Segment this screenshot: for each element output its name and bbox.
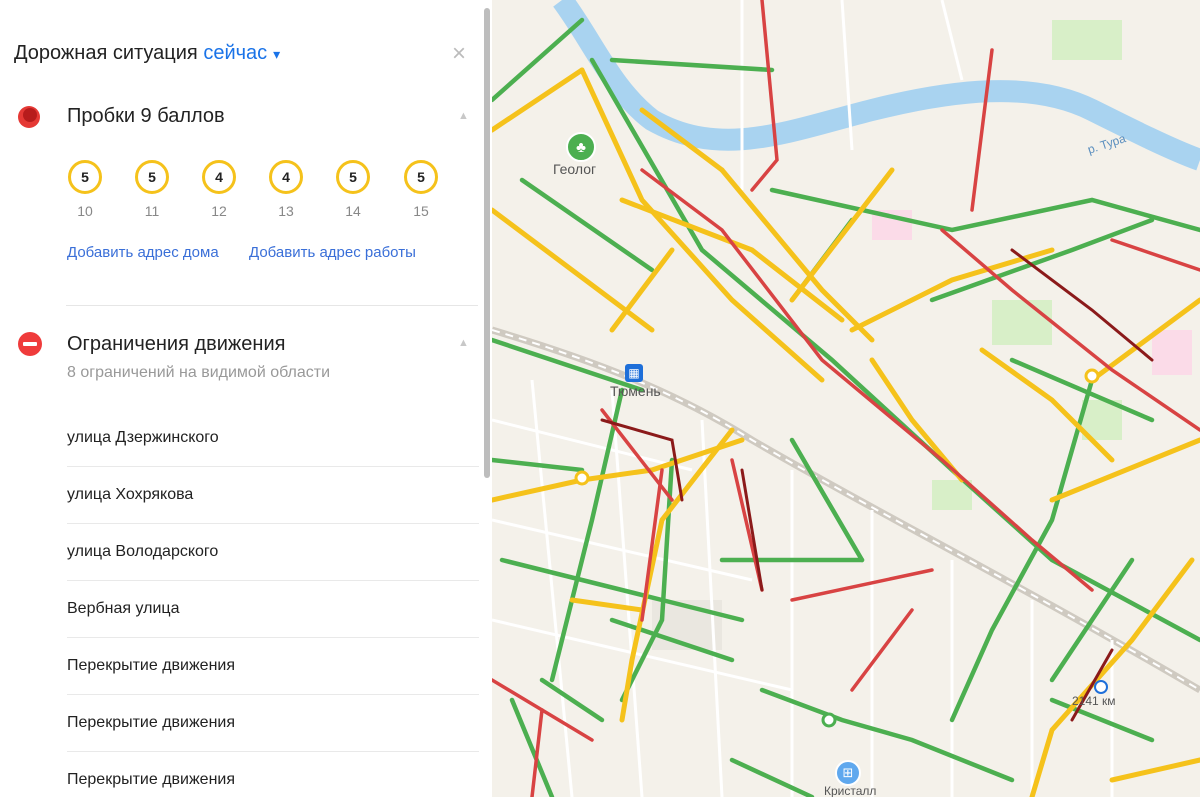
restriction-label: Перекрытие движения: [67, 771, 236, 788]
restriction-label: Вербная улица: [67, 600, 180, 617]
forecast-hour: 13: [278, 203, 294, 219]
label-shop[interactable]: Кристалл: [824, 784, 876, 797]
restrictions-count: 8 ограничений на видимой области: [67, 364, 331, 381]
time-selector[interactable]: сейчас: [203, 42, 267, 64]
restriction-item[interactable]: улица Володарского: [67, 524, 479, 581]
panel-header: Дорожная ситуация сейчас ▾: [14, 42, 280, 65]
shopping-icon[interactable]: ⊞: [835, 760, 861, 786]
restriction-label: Перекрытие движения: [67, 657, 236, 674]
forecast-score: 5: [68, 160, 102, 194]
panel-title: Дорожная ситуация: [14, 42, 198, 64]
collapse-restrictions-icon[interactable]: ▲: [458, 337, 469, 349]
park-area: [1052, 20, 1122, 60]
restriction-item[interactable]: Вербная улица: [67, 581, 479, 638]
add-work-link[interactable]: Добавить адрес работы: [249, 244, 416, 261]
label-tyumen[interactable]: Тюмень: [610, 383, 661, 399]
park-area: [992, 300, 1052, 345]
restriction-label: улица Володарского: [67, 543, 219, 560]
add-home-link[interactable]: Добавить адрес дома: [67, 244, 219, 261]
forecast-score: 5: [336, 160, 370, 194]
hospital-area: [1152, 330, 1192, 375]
forecast-hour: 11: [144, 203, 160, 219]
restriction-item[interactable]: Перекрытие движения: [67, 638, 479, 695]
forecast-hour: 12: [211, 203, 227, 219]
restrictions-title: Ограничения движения: [67, 333, 286, 355]
forecast-hour: 10: [77, 203, 93, 219]
restriction-label: улица Хохрякова: [67, 486, 194, 503]
traffic-level-inner: [23, 108, 37, 122]
collapse-traffic-icon[interactable]: ▲: [458, 110, 469, 122]
restriction-item[interactable]: улица Дзержинского: [67, 410, 479, 467]
forecast-score: 5: [135, 160, 169, 194]
chevron-down-icon[interactable]: ▾: [273, 46, 280, 62]
forecast-score: 5: [404, 160, 438, 194]
restriction-item[interactable]: Перекрытие движения: [67, 695, 479, 752]
label-geolog[interactable]: Геолог: [553, 161, 596, 177]
train-icon[interactable]: ▦: [625, 364, 643, 382]
restriction-item[interactable]: Перекрытие движения: [67, 752, 479, 797]
restriction-item[interactable]: улица Хохрякова: [67, 467, 479, 524]
traffic-panel: Дорожная ситуация сейчас ▾ × Пробки 9 бал…: [0, 0, 492, 797]
forecast-hour: 15: [413, 203, 429, 219]
traffic-map[interactable]: ♣ Геолог ▦ Тюмень р. Тура 2141 км ⊞ Крис…: [492, 0, 1200, 797]
forecast-score: 4: [202, 160, 236, 194]
tree-icon[interactable]: ♣: [566, 132, 596, 162]
forecast-score: 4: [269, 160, 303, 194]
no-entry-icon: [18, 332, 42, 356]
section-divider: [66, 305, 478, 306]
label-station[interactable]: 2141 км: [1072, 694, 1116, 708]
railway-dash: [492, 329, 1200, 691]
restriction-label: улица Дзержинского: [67, 429, 219, 446]
station-icon[interactable]: [1094, 680, 1108, 694]
panel-scrollbar[interactable]: [484, 8, 490, 478]
railway: [492, 326, 1200, 694]
map-canvas[interactable]: [492, 0, 1200, 797]
restriction-label: Перекрытие движения: [67, 714, 236, 731]
close-icon[interactable]: ×: [452, 42, 466, 66]
traffic-title: Пробки 9 баллов: [67, 105, 225, 127]
forecast-hour: 14: [345, 203, 361, 219]
